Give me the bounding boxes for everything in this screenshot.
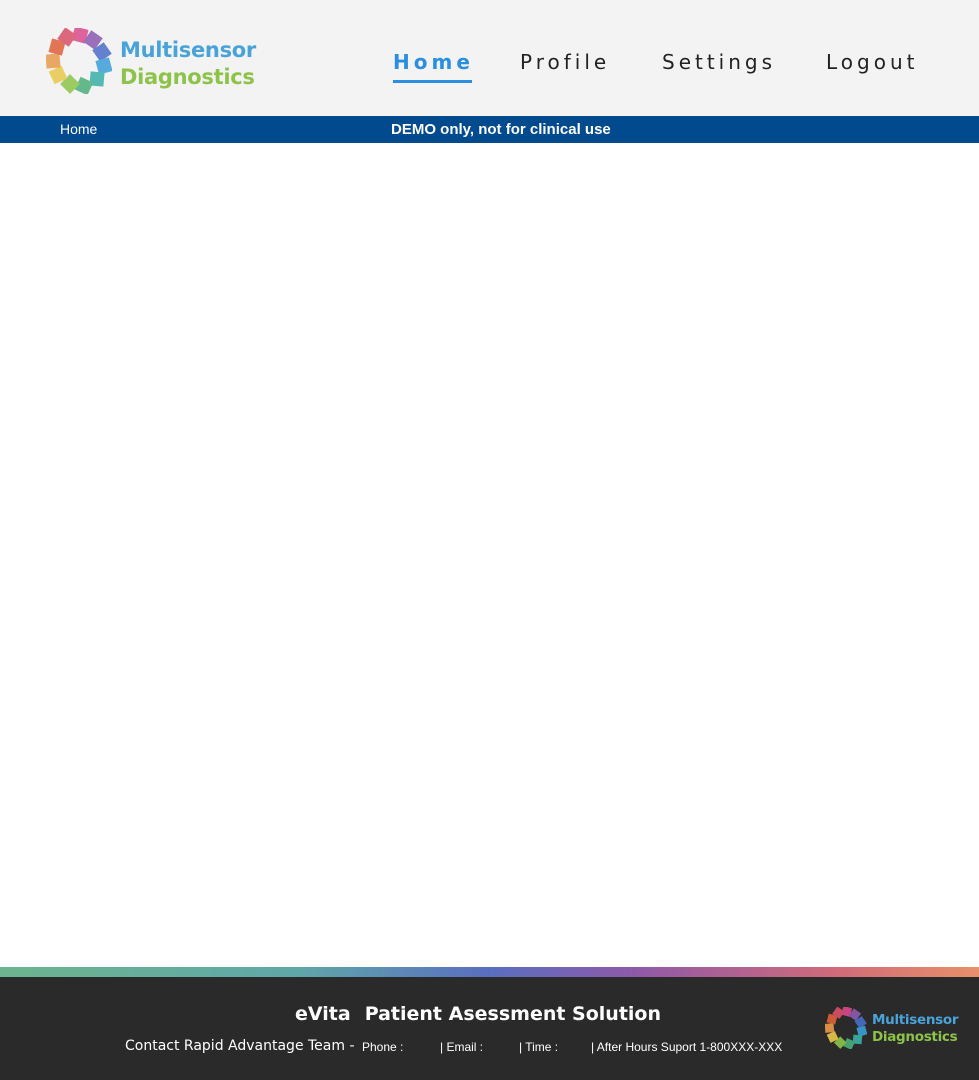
time-label: | Time :	[519, 1040, 559, 1054]
page-footer: eVita Patient Asessment Solution Contact …	[0, 977, 979, 1080]
breadcrumb-bar: Home DEMO only, not for clinical use	[0, 116, 979, 143]
contact-label: Contact Rapid Advantage Team -	[125, 1038, 355, 1054]
solution-name: Patient Asessment Solution	[364, 1003, 662, 1025]
after-hours-support: | After Hours Suport 1-800XXX-XXX	[591, 1040, 783, 1054]
multisensor-logo-icon	[825, 1007, 867, 1049]
nav-settings[interactable]: Settings	[662, 50, 776, 74]
page: Multisensor Diagnostics Home Profile Set…	[0, 0, 979, 1080]
product-name: eVita	[295, 1003, 351, 1025]
demo-notice: DEMO only, not for clinical use	[391, 121, 611, 138]
nav-home[interactable]: Home	[393, 50, 474, 83]
breadcrumb-home[interactable]: Home	[60, 121, 97, 137]
top-header: Multisensor Diagnostics Home Profile Set…	[0, 0, 979, 116]
footer-color-stripe	[0, 967, 979, 977]
email-label: | Email :	[440, 1040, 484, 1054]
footer-logo: Multisensor Diagnostics	[825, 1007, 965, 1051]
footer-logo-line2: Diagnostics	[872, 1029, 958, 1045]
main-nav: Home Profile Settings Logout	[0, 50, 979, 90]
nav-profile[interactable]: Profile	[520, 50, 610, 74]
footer-title: eVita Patient Asessment Solution	[295, 1003, 661, 1025]
footer-logo-line1: Multisensor	[872, 1012, 959, 1028]
main-content	[0, 143, 979, 967]
nav-logout[interactable]: Logout	[826, 50, 918, 74]
phone-label: Phone :	[362, 1040, 404, 1054]
